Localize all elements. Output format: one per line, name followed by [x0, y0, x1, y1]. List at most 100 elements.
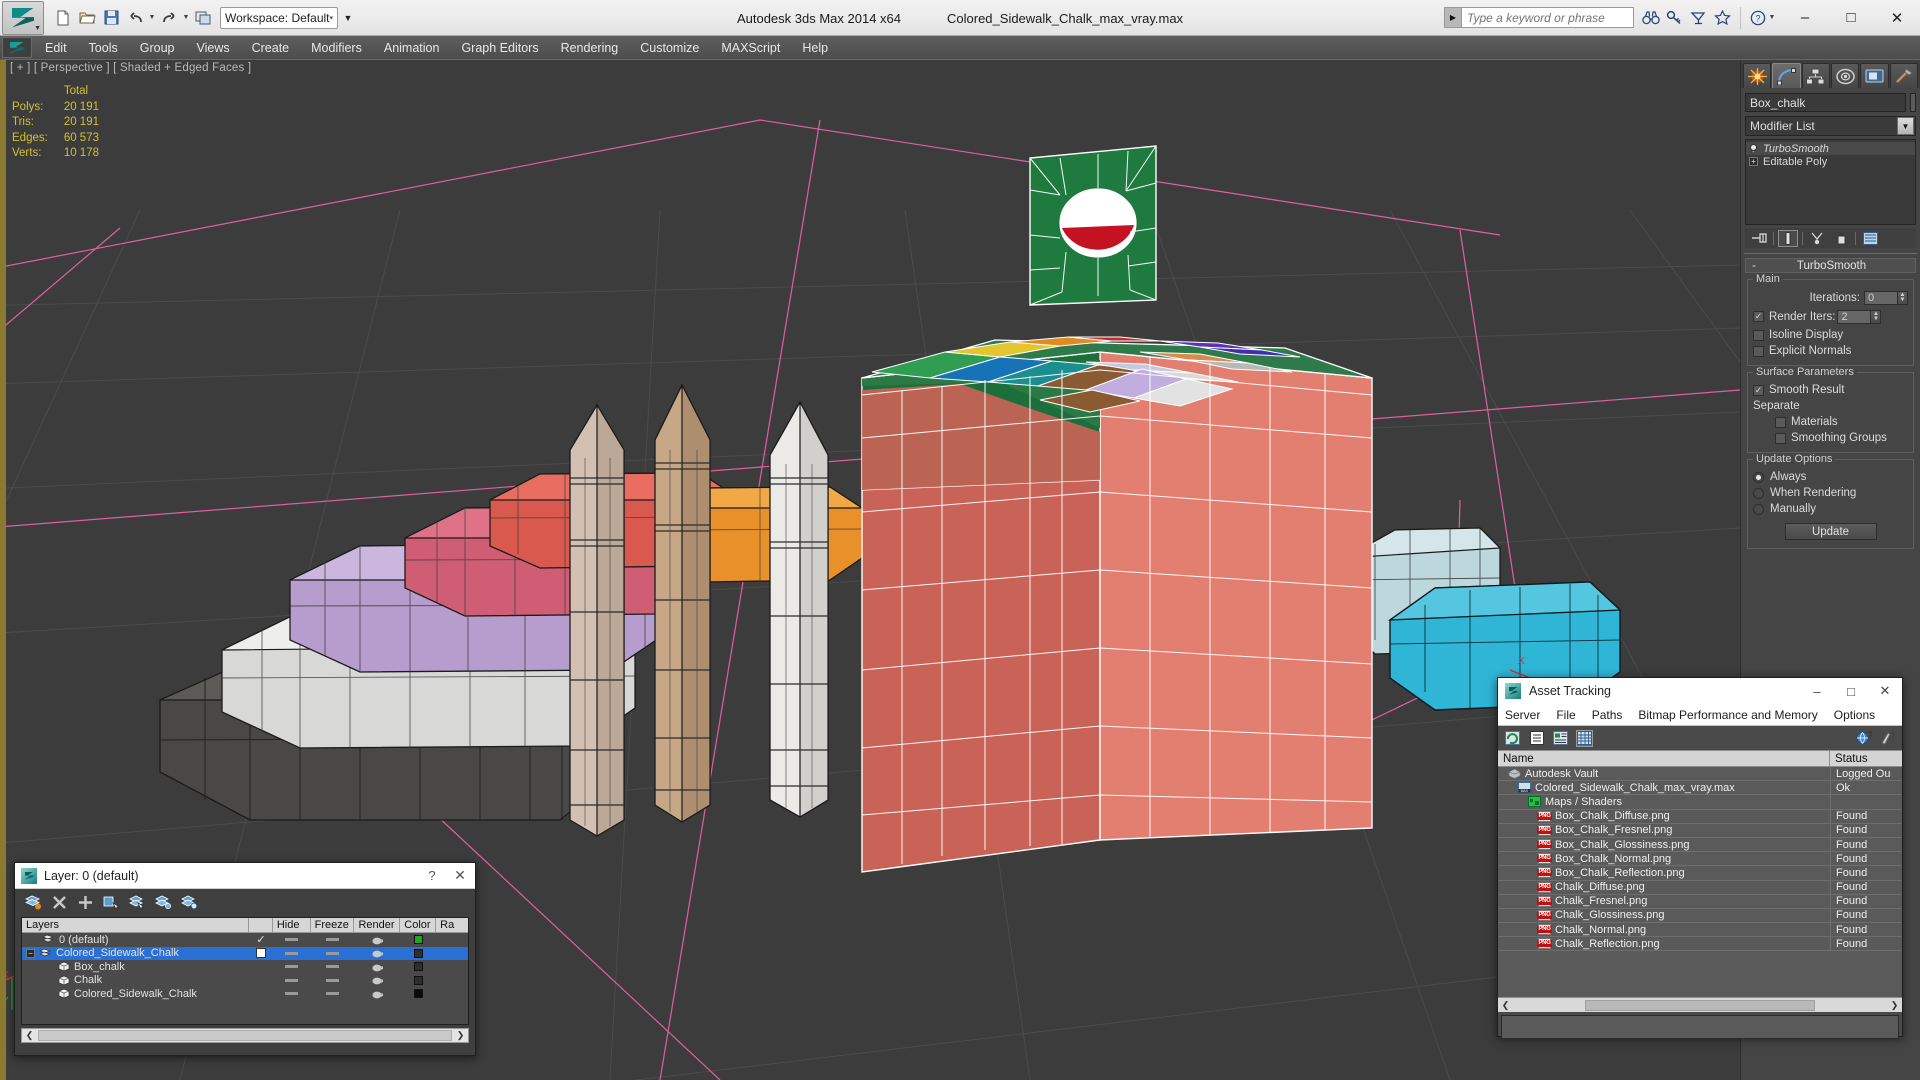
layer-freeze-toggle[interactable]: [311, 947, 355, 961]
light-bulb-icon[interactable]: [1749, 143, 1758, 154]
asset-row-png[interactable]: PNG Chalk_Diffuse.png Found: [1498, 880, 1902, 895]
list-view-icon[interactable]: [1528, 730, 1545, 747]
menu-item-customize[interactable]: Customize: [629, 38, 710, 58]
asset-row-png[interactable]: PNG Box_Chalk_Normal.png Found: [1498, 851, 1902, 867]
layer-row-colored-sidewalk-chalk[interactable]: − Colored_Sidewalk_Chalk: [22, 946, 468, 961]
isoline-display-checkbox[interactable]: [1753, 329, 1764, 341]
object-hide-toggle[interactable]: [273, 974, 311, 988]
object-radiosity-cell[interactable]: [436, 960, 468, 974]
display-tab[interactable]: [1860, 63, 1889, 88]
smoothing-groups-checkbox[interactable]: [1775, 432, 1786, 444]
column-render[interactable]: Render: [354, 918, 401, 932]
modifier-stack[interactable]: TurboSmooth + Editable Poly: [1745, 139, 1916, 225]
scroll-left-arrow-icon[interactable]: ❮: [22, 1030, 37, 1041]
update-always-row[interactable]: Always: [1753, 469, 1908, 485]
update-button[interactable]: Update: [1784, 523, 1877, 540]
highlight-selected-objects-layer-icon[interactable]: [155, 894, 172, 911]
layer-row-box-chalk[interactable]: Box_chalk: [22, 960, 468, 974]
iterations-spinner[interactable]: 0 ▲ ▼: [1864, 290, 1908, 305]
new-file-icon[interactable]: [52, 7, 74, 29]
layer-color-swatch[interactable]: [400, 947, 436, 961]
render-iters-checkbox[interactable]: ✓: [1753, 311, 1764, 322]
scroll-right-arrow-icon[interactable]: ❯: [453, 1030, 468, 1041]
menu-item-edit[interactable]: Edit: [34, 38, 78, 58]
search-dropdown-icon[interactable]: ▶: [1445, 8, 1462, 27]
object-active-cell[interactable]: [249, 987, 273, 1001]
object-render-toggle[interactable]: [355, 960, 401, 974]
menu-item-bitmap-performance[interactable]: Bitmap Performance and Memory: [1638, 708, 1817, 722]
asset-row-png[interactable]: PNG Chalk_Fresnel.png Found: [1498, 894, 1902, 909]
viewport-label[interactable]: [ + ] [ Perspective ] [ Shaded + Edged F…: [10, 62, 251, 74]
object-color-swatch[interactable]: [400, 960, 436, 974]
satellite-dish-icon[interactable]: [1688, 7, 1709, 29]
object-color-swatch[interactable]: [1910, 93, 1916, 112]
layer-row-default[interactable]: 0 (default) ✓: [22, 933, 468, 947]
explicit-normals-row[interactable]: Explicit Normals: [1753, 343, 1908, 359]
render-iters-value[interactable]: 2: [1837, 309, 1872, 324]
search-box[interactable]: ▶: [1444, 7, 1634, 28]
layer-radiosity-cell[interactable]: [436, 947, 468, 961]
update-manually-row[interactable]: Manually: [1753, 501, 1908, 517]
spinner-arrows-icon[interactable]: ▲ ▼: [1898, 290, 1908, 305]
column-freeze[interactable]: Freeze: [311, 918, 355, 932]
utilities-tab[interactable]: [1889, 63, 1918, 88]
column-status[interactable]: Status: [1830, 751, 1902, 766]
menu-item-paths[interactable]: Paths: [1592, 708, 1623, 722]
hierarchy-tab[interactable]: [1801, 63, 1830, 88]
help-button[interactable]: ?: [419, 868, 445, 883]
pin-stack-icon[interactable]: [1749, 230, 1769, 247]
object-freeze-toggle[interactable]: [311, 960, 355, 974]
modifier-list-dropdown[interactable]: Modifier List ▼: [1745, 116, 1916, 136]
star-icon[interactable]: [1712, 7, 1733, 29]
modify-tab[interactable]: [1772, 63, 1801, 88]
search-input[interactable]: [1462, 10, 1633, 25]
delete-layer-icon[interactable]: [51, 894, 68, 911]
update-always-radio[interactable]: [1753, 471, 1764, 483]
create-tab[interactable]: [1743, 63, 1772, 88]
object-color-swatch[interactable]: [400, 974, 436, 988]
materials-row[interactable]: Materials: [1775, 414, 1908, 430]
object-freeze-toggle[interactable]: [311, 987, 355, 1001]
project-folder-icon[interactable]: [192, 7, 214, 29]
spinner-arrows-icon[interactable]: ▲ ▼: [1871, 309, 1882, 324]
menu-item-options[interactable]: Options: [1834, 708, 1875, 722]
motion-tab[interactable]: [1830, 63, 1860, 88]
save-file-icon[interactable]: [100, 7, 122, 29]
render-iters-spinner[interactable]: 2 ▲ ▼: [1837, 309, 1882, 324]
menu-item-file[interactable]: File: [1556, 708, 1575, 722]
collapse-minus-icon[interactable]: −: [26, 948, 35, 958]
layer-horizontal-scrollbar[interactable]: ❮ ❯: [21, 1028, 469, 1043]
layer-active-check[interactable]: ✓: [249, 933, 273, 947]
update-when-rendering-radio[interactable]: [1753, 487, 1764, 499]
column-name[interactable]: Name: [1498, 751, 1830, 766]
undo-dropdown-arrow[interactable]: ▼: [148, 14, 156, 21]
asset-row-png[interactable]: PNG Chalk_Reflection.png Found: [1498, 936, 1902, 952]
object-hide-toggle[interactable]: [273, 960, 311, 974]
maximize-button[interactable]: □: [1834, 678, 1868, 704]
asset-list[interactable]: Autodesk Vault Logged Ou MAX Colored_Sid…: [1498, 767, 1902, 997]
menu-item-rendering[interactable]: Rendering: [550, 38, 630, 58]
asset-row-png[interactable]: PNG Chalk_Normal.png Found: [1498, 922, 1902, 938]
layer-radiosity-cell[interactable]: [436, 933, 468, 947]
object-name-field[interactable]: [1745, 93, 1906, 112]
menu-item-create[interactable]: Create: [241, 38, 301, 58]
globe-help-icon[interactable]: ?: [1855, 730, 1872, 747]
scroll-left-arrow-icon[interactable]: ❮: [1498, 1000, 1513, 1011]
menu-item-modifiers[interactable]: Modifiers: [300, 38, 373, 58]
asset-row-png[interactable]: PNG Box_Chalk_Reflection.png Found: [1498, 865, 1902, 881]
materials-checkbox[interactable]: [1775, 416, 1786, 428]
minimize-button[interactable]: –: [1800, 678, 1834, 704]
column-hide[interactable]: Hide: [273, 918, 311, 932]
help-icon[interactable]: ?: [1747, 7, 1768, 29]
chevron-down-icon[interactable]: ▼: [1897, 117, 1914, 135]
turbosmooth-rollout-header[interactable]: - TurboSmooth: [1745, 258, 1916, 273]
layer-dialog[interactable]: Layer: 0 (default) ? ✕ Layers Hide Freez…: [14, 862, 476, 1056]
open-file-icon[interactable]: [76, 7, 98, 29]
undo-icon[interactable]: [124, 7, 146, 29]
scroll-thumb[interactable]: [1585, 999, 1815, 1011]
app-logo-button[interactable]: ▼: [2, 0, 44, 35]
update-when-rendering-row[interactable]: When Rendering: [1753, 485, 1908, 501]
select-highlighted-layer-icon[interactable]: [129, 894, 146, 911]
show-end-result-icon[interactable]: [1778, 229, 1798, 247]
binoculars-icon[interactable]: [1640, 7, 1661, 29]
